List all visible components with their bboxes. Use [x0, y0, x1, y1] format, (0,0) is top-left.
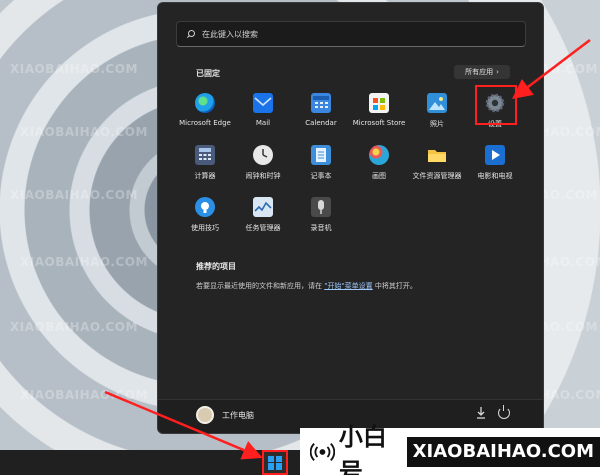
annotation-arrows [104, 39, 591, 460]
arrow-to-start [104, 390, 263, 460]
brand-name-en: XIAOBAIHAO.COM [406, 436, 600, 467]
brand-banner: 小白号 XIAOBAIHAO.COM [300, 423, 600, 475]
arrow-to-settings [512, 39, 591, 100]
brand-name-cn: 小白号 [338, 422, 387, 475]
broadcast-logo-icon [310, 442, 335, 461]
